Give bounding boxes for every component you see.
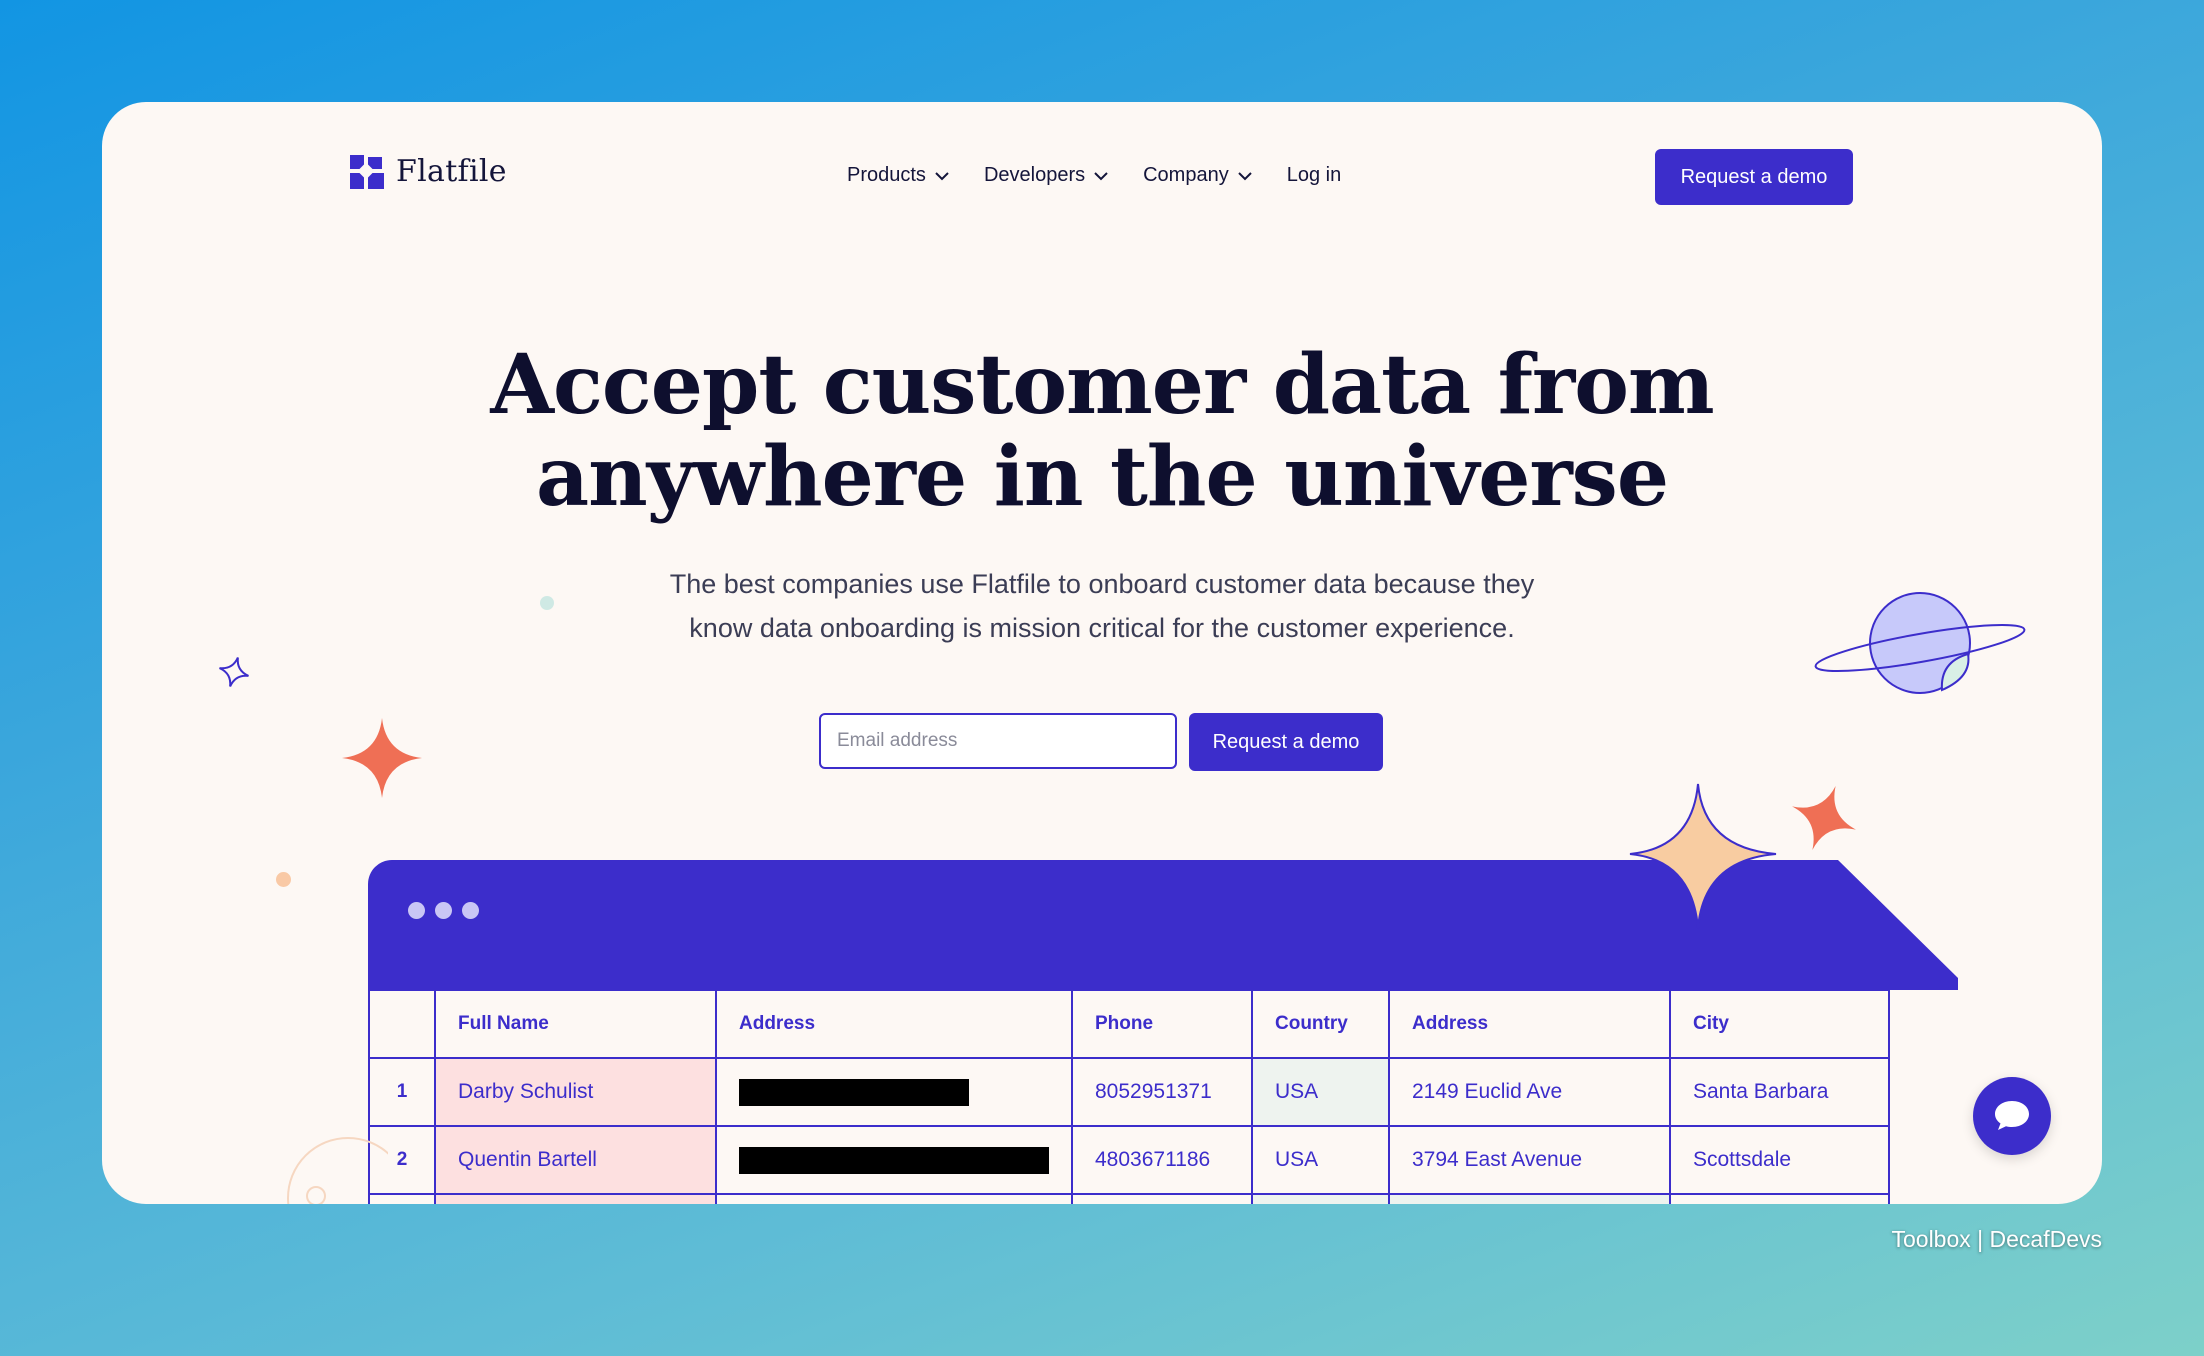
data-table: Full Name Address Phone Country Address …: [368, 989, 1890, 1204]
cell-city[interactable]: Scottsdale: [1669, 1125, 1890, 1195]
app-window-header: [368, 860, 1838, 990]
column-header-full-name[interactable]: Full Name: [434, 989, 717, 1059]
outline-sparkle-icon: [219, 657, 249, 687]
nav-products-label: Products: [847, 164, 926, 186]
redaction-bar: [739, 1078, 969, 1106]
cell-full-name[interactable]: Darby Schulist: [434, 1057, 717, 1127]
row-number: 1: [368, 1057, 436, 1127]
nav-developers-label: Developers: [983, 164, 1086, 186]
cell-street-address[interactable]: 3794 East Avenue: [1388, 1125, 1671, 1195]
small-dot-decoration: [540, 596, 554, 610]
window-dot: [435, 902, 452, 919]
email-input[interactable]: [819, 713, 1177, 769]
planet-icon: [1814, 592, 2026, 694]
cell-phone[interactable]: [1071, 1193, 1253, 1204]
cell-phone[interactable]: 4803671186: [1071, 1125, 1253, 1195]
cell-country[interactable]: USA: [1251, 1057, 1390, 1127]
hero-subtitle: The best companies use Flatfile to onboa…: [102, 562, 2102, 650]
table-row: [368, 1193, 1890, 1204]
peach-sparkle-icon: [1629, 783, 1777, 929]
cell-country[interactable]: [1251, 1193, 1390, 1204]
redaction-bar: [739, 1146, 1049, 1174]
subtitle-line-1: The best companies use Flatfile to onboa…: [669, 569, 1535, 599]
column-header-index: [368, 989, 436, 1059]
nav-developers[interactable]: Developers: [984, 164, 1109, 187]
cell-street-address[interactable]: 2149 Euclid Ave: [1388, 1057, 1671, 1127]
chat-bubble-icon: [1995, 1101, 2029, 1130]
page-card: Flatfile Products Developers Company Log…: [102, 102, 2102, 1204]
outline-planet-decoration: [287, 1137, 388, 1204]
chevron-down-icon: [1238, 171, 1252, 180]
cell-country[interactable]: USA: [1251, 1125, 1390, 1195]
cell-full-name[interactable]: [434, 1193, 717, 1204]
brand-name: Flatfile: [396, 154, 507, 189]
flatfile-logo-icon: [350, 154, 384, 189]
nav-company-label: Company: [1143, 164, 1229, 186]
subtitle-line-2: know data onboarding is mission critical…: [689, 613, 1515, 643]
column-header-country[interactable]: Country: [1251, 989, 1390, 1059]
table-header-row: Full Name Address Phone Country Address …: [368, 989, 1890, 1059]
small-dot-decoration: [276, 872, 291, 887]
cell-full-name[interactable]: Quentin Bartell: [434, 1125, 717, 1195]
orange-sparkle-icon: [1792, 786, 1856, 850]
column-header-street-address[interactable]: Address: [1388, 989, 1671, 1059]
column-header-city[interactable]: City: [1669, 989, 1890, 1059]
cell-phone[interactable]: 8052951371: [1071, 1057, 1253, 1127]
nav-products[interactable]: Products: [847, 164, 950, 187]
chevron-down-icon: [1094, 171, 1108, 180]
main-nav: Products Developers Company Log in: [847, 164, 1341, 187]
cell-address-redacted[interactable]: [715, 1057, 1073, 1127]
headline-line-1: Accept customer data from: [490, 337, 1714, 433]
cell-address[interactable]: [715, 1193, 1073, 1204]
demo-form: Request a demo: [819, 713, 1383, 771]
logo[interactable]: Flatfile: [350, 154, 507, 189]
nav-company[interactable]: Company: [1143, 164, 1253, 187]
window-dot: [462, 902, 479, 919]
nav-login-label: Log in: [1286, 164, 1342, 186]
nav-request-demo-button[interactable]: Request a demo: [1655, 149, 1853, 205]
chat-button[interactable]: [1973, 1077, 2051, 1155]
window-dot: [408, 902, 425, 919]
hero-request-demo-button[interactable]: Request a demo: [1189, 713, 1383, 771]
headline-line-2: anywhere in the universe: [536, 429, 1669, 525]
hero-headline: Accept customer data from anywhere in th…: [102, 339, 2102, 523]
table-row: 2 Quentin Bartell 4803671186 USA 3794 Ea…: [368, 1125, 1890, 1195]
cell-street-address[interactable]: [1388, 1193, 1671, 1204]
cell-city[interactable]: [1669, 1193, 1890, 1204]
column-header-address[interactable]: Address: [715, 989, 1073, 1059]
window-dots-icon: [408, 902, 479, 919]
watermark-credit: Toolbox | DecafDevs: [1891, 1226, 2102, 1252]
table-row: 1 Darby Schulist 8052951371 USA 2149 Euc…: [368, 1057, 1890, 1127]
cell-address-redacted[interactable]: [715, 1125, 1073, 1195]
cell-city[interactable]: Santa Barbara: [1669, 1057, 1890, 1127]
chevron-down-icon: [935, 171, 949, 180]
column-header-phone[interactable]: Phone: [1071, 989, 1253, 1059]
nav-login[interactable]: Log in: [1287, 164, 1342, 187]
orange-sparkle-icon: [342, 718, 422, 798]
